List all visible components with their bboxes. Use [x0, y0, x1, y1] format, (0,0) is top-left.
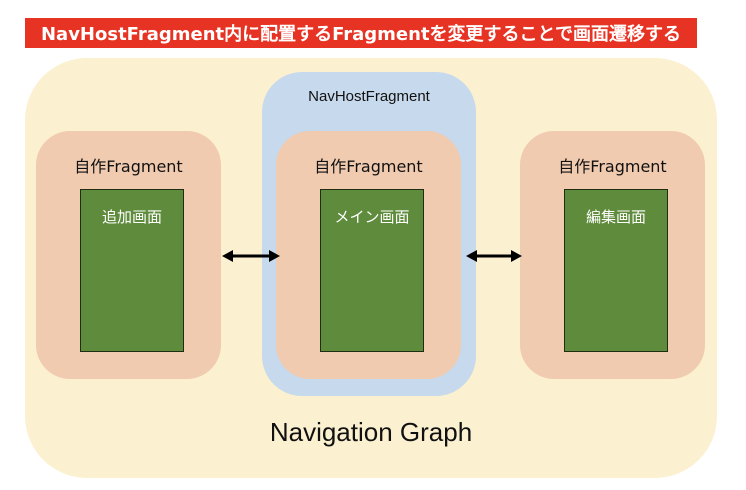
navigation-graph-label: Navigation Graph: [269, 417, 473, 447]
nav-host-fragment-label: NavHostFragment: [308, 88, 430, 105]
transition-arrow-left: [222, 250, 280, 262]
fragment-add-title: 自作Fragment: [74, 157, 183, 176]
title-banner: NavHostFragment内に配置するFragmentを変更することで画面遷…: [25, 18, 697, 48]
fragment-edit-title: 自作Fragment: [558, 157, 667, 176]
main-screen-label: メイン画面: [334, 208, 410, 226]
transition-arrow-right: [466, 250, 522, 262]
add-screen-label: 追加画面: [101, 208, 162, 226]
edit-screen-label: 編集画面: [585, 208, 646, 226]
fragment-main-title: 自作Fragment: [314, 157, 423, 176]
